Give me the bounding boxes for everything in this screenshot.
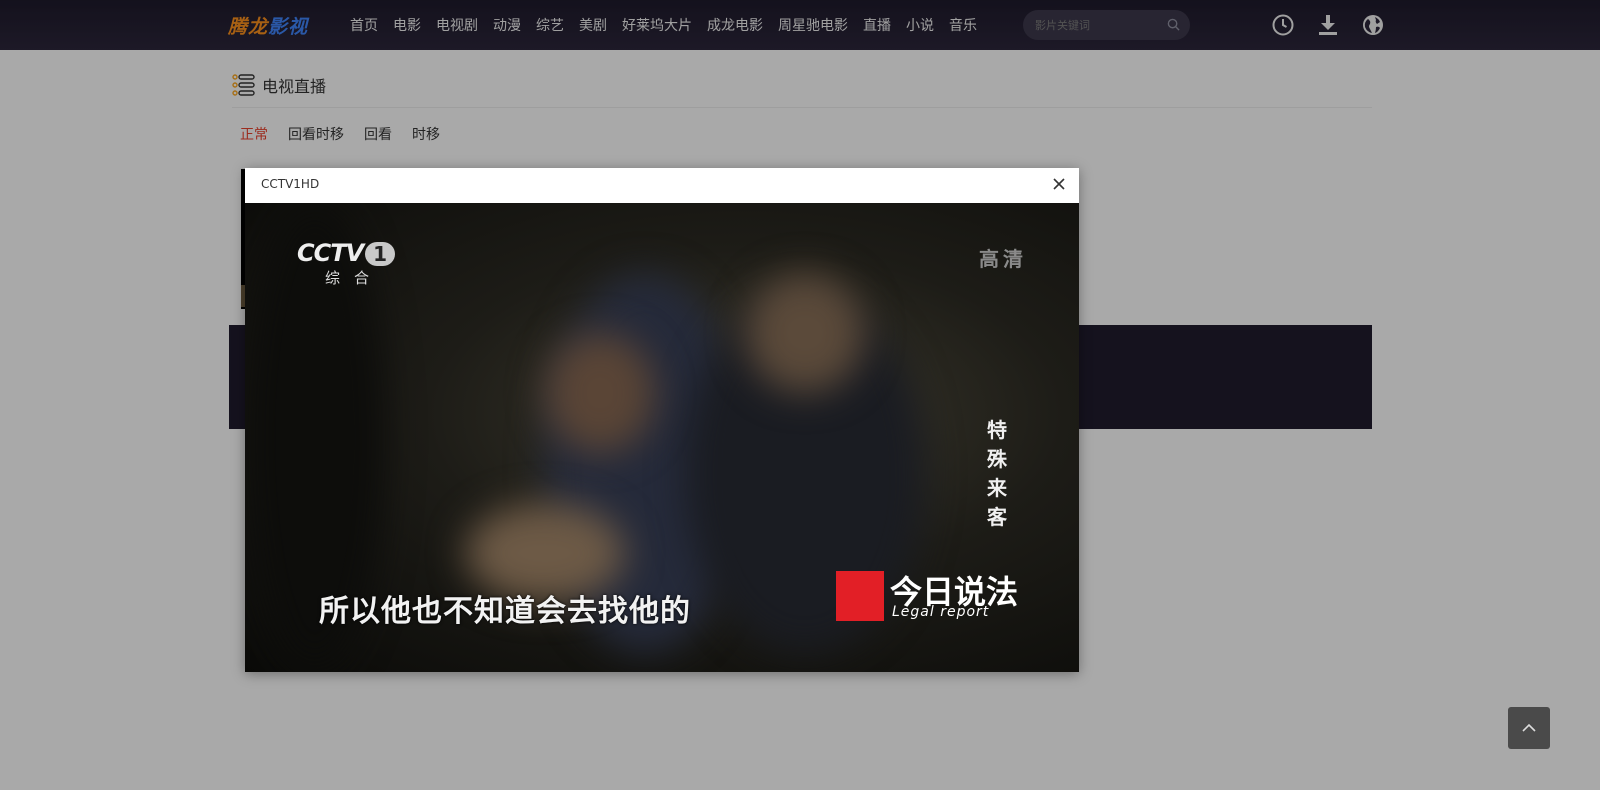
show-logo: 今日说法 Legal report [836,571,1026,623]
video-player[interactable]: CCTV 1 综合 高清 特殊来客 所以他也不知道会去找他的 今日说法 Legal… [245,203,1079,672]
channel-subtitle: 综合 [325,269,384,287]
show-logo-subtitle: Legal report [892,604,990,620]
live-player-modal: CCTV1HD CCTV 1 综合 高清 特殊来客 所以他也不知道会去找他的 今日… [245,168,1079,672]
hd-label: 高清 [979,247,1027,271]
modal-title: CCTV1HD [261,177,320,191]
video-subtitle: 所以他也不知道会去找他的 [319,594,691,629]
channel-logo: CCTV 1 综合 [297,239,396,288]
channel-number: 1 [365,242,396,266]
chevron-up-icon [1522,723,1536,732]
video-frame-figure [745,273,865,393]
back-to-top-button[interactable] [1508,707,1550,749]
program-name: 特殊来客 [987,418,1007,529]
channel-logo-text: CCTV [297,239,364,267]
video-frame-figure [545,333,655,453]
close-icon[interactable] [1051,176,1067,192]
show-logo-mark [836,571,884,621]
